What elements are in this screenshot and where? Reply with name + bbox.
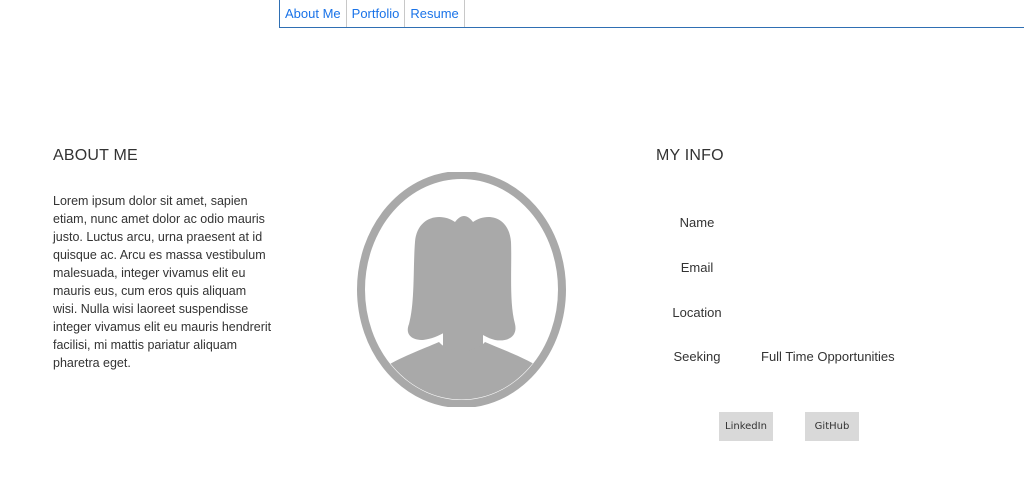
top-nav: About Me Portfolio Resume bbox=[279, 0, 1024, 28]
nav-link-resume[interactable]: Resume bbox=[405, 0, 465, 27]
info-label-seeking: Seeking bbox=[673, 349, 721, 364]
github-button[interactable]: GitHub bbox=[805, 412, 859, 441]
person-silhouette-icon bbox=[357, 172, 566, 407]
info-label-email: Email bbox=[680, 260, 714, 275]
linkedin-button[interactable]: LinkedIn bbox=[719, 412, 773, 441]
info-label-name: Name bbox=[679, 215, 715, 230]
nav-link-about-me[interactable]: About Me bbox=[280, 0, 347, 27]
nav-link-portfolio[interactable]: Portfolio bbox=[347, 0, 406, 27]
about-me-title: ABOUT ME bbox=[53, 147, 138, 164]
about-me-text: Lorem ipsum dolor sit amet, sapien etiam… bbox=[53, 194, 272, 370]
info-label-location: Location bbox=[672, 305, 722, 320]
my-info-title: MY INFO bbox=[656, 147, 724, 164]
info-value-seeking: Full Time Opportunities bbox=[761, 349, 895, 364]
